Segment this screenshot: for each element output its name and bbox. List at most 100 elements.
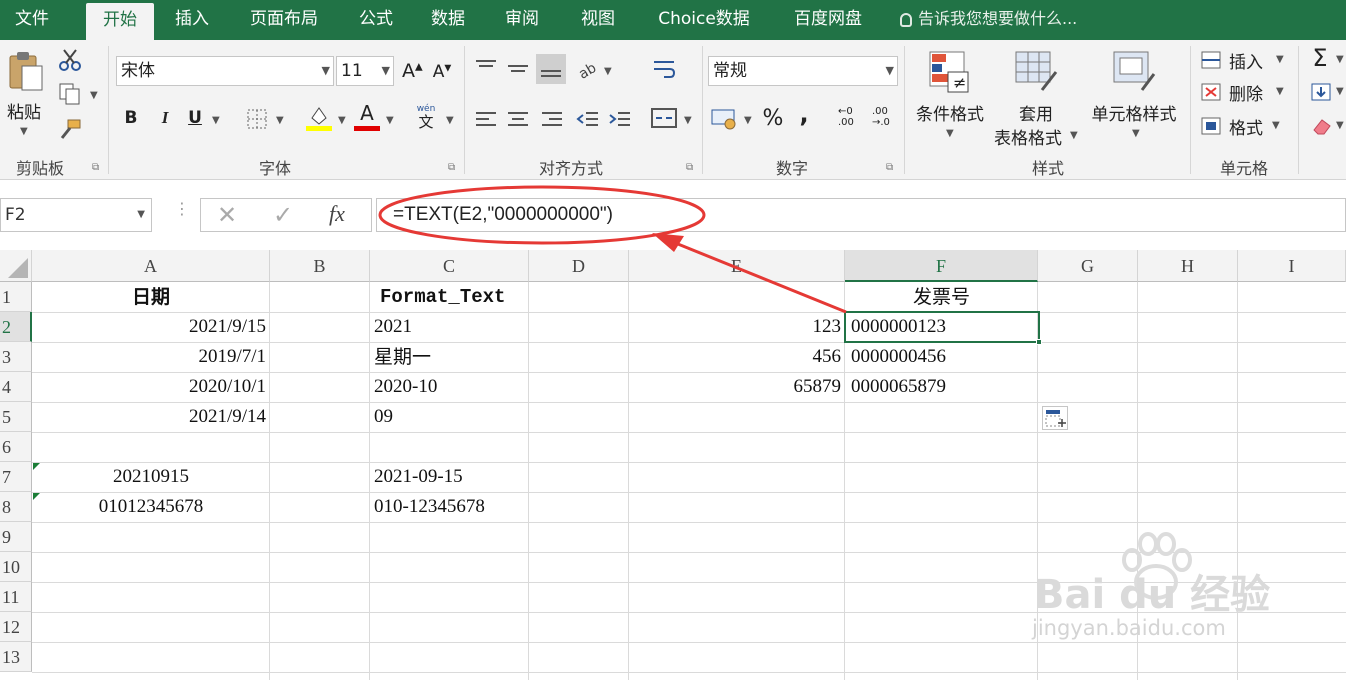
cell-styles-button[interactable]: 单元格样式 — [1086, 100, 1182, 125]
cell-c3[interactable]: 星期一 — [374, 342, 524, 372]
insert-function-icon[interactable]: fx — [329, 201, 345, 227]
autosum-icon[interactable]: Σ — [1308, 44, 1332, 72]
tab-data[interactable]: 数据 — [420, 0, 476, 40]
column-header-g[interactable]: G — [1038, 250, 1138, 282]
format-as-table-icon[interactable] — [1014, 50, 1058, 94]
column-header-d[interactable]: D — [529, 250, 629, 282]
phonetic-dropdown-icon[interactable]: ▼ — [446, 115, 454, 126]
increase-decimal-icon[interactable]: ←0.00 — [838, 106, 864, 132]
tab-insert[interactable]: 插入 — [164, 0, 220, 40]
cell-c4[interactable]: 2020-10 — [374, 372, 524, 402]
align-right-icon[interactable] — [540, 110, 564, 130]
underline-dropdown-icon[interactable]: ▼ — [212, 115, 220, 126]
row-header-3[interactable]: 3 — [0, 342, 32, 372]
cell-c7[interactable]: 2021-09-15 — [374, 462, 524, 492]
cancel-icon[interactable]: ✕ — [217, 201, 237, 229]
tab-baidu-netdisk[interactable]: 百度网盘 — [780, 0, 876, 40]
name-box[interactable]: F2 ▼ — [0, 198, 152, 232]
format-painter-icon[interactable] — [58, 118, 82, 142]
align-left-icon[interactable] — [474, 110, 498, 130]
select-all-corner[interactable] — [0, 250, 32, 282]
percent-button[interactable]: % — [762, 106, 784, 131]
cell-a8[interactable]: 01012345678 — [32, 492, 270, 522]
tab-file[interactable]: 文件 — [0, 0, 64, 40]
decrease-font-icon[interactable]: A▼ — [432, 62, 452, 82]
row-header-8[interactable]: 8 — [0, 492, 32, 522]
font-launcher-icon[interactable]: ⧉ — [448, 162, 455, 173]
increase-indent-icon[interactable] — [608, 110, 632, 130]
format-cells-button[interactable]: 格式 — [1226, 114, 1266, 139]
clear-icon[interactable] — [1310, 116, 1332, 136]
merge-dropdown-icon[interactable]: ▼ — [684, 115, 692, 126]
insert-dropdown-icon[interactable]: ▼ — [1276, 54, 1284, 65]
row-header-1[interactable]: 1 — [0, 282, 32, 312]
cell-c2[interactable]: 2021 — [374, 312, 524, 342]
quick-analysis-icon[interactable] — [1042, 406, 1068, 430]
italic-button[interactable]: I — [156, 108, 174, 128]
cell-a3[interactable]: 2019/7/1 — [32, 342, 266, 372]
tab-view[interactable]: 视图 — [568, 0, 628, 40]
autosum-dropdown-icon[interactable]: ▼ — [1336, 54, 1344, 65]
phonetic-guide-icon[interactable]: wén 文 — [414, 104, 438, 132]
delete-cells-button[interactable]: 删除 — [1226, 80, 1266, 105]
cell-f1[interactable]: 发票号 — [845, 282, 1038, 312]
delete-cells-icon[interactable] — [1200, 82, 1222, 102]
align-top-icon[interactable] — [474, 58, 498, 78]
fill-dropdown-icon[interactable]: ▼ — [1336, 86, 1344, 97]
cell-c5[interactable]: 09 — [374, 402, 524, 432]
paste-dropdown-icon[interactable]: ▼ — [20, 126, 28, 137]
paste-button[interactable]: 粘贴 — [4, 98, 44, 123]
row-header-4[interactable]: 4 — [0, 372, 32, 402]
paste-icon[interactable] — [8, 50, 44, 92]
delete-dropdown-icon[interactable]: ▼ — [1276, 86, 1284, 97]
font-name-dropdown[interactable]: 宋体 ▼ — [116, 56, 334, 86]
font-size-dropdown[interactable]: 11 ▼ — [336, 56, 394, 86]
tell-me-box[interactable]: 告诉我您想要做什么... — [900, 0, 1077, 40]
cell-e2[interactable]: 123 — [629, 312, 842, 342]
cell-e4[interactable]: 65879 — [629, 372, 842, 402]
enter-icon[interactable]: ✓ — [273, 201, 293, 229]
cell-styles-dropdown-icon[interactable]: ▼ — [1132, 128, 1140, 139]
align-middle-icon[interactable] — [506, 58, 530, 78]
tab-choice-data[interactable]: Choice数据 — [644, 0, 764, 40]
column-header-i[interactable]: I — [1238, 250, 1346, 282]
cell-f4[interactable]: 0000065879 — [851, 372, 1036, 402]
row-header-9[interactable]: 9 — [0, 522, 32, 552]
comma-button[interactable]: , — [796, 100, 812, 128]
underline-button[interactable]: U — [186, 108, 204, 128]
tab-home[interactable]: 开始 — [86, 3, 154, 40]
wrap-text-icon[interactable] — [652, 58, 676, 82]
conditional-format-button[interactable]: 条件格式 — [910, 100, 990, 125]
conditional-dropdown-icon[interactable]: ▼ — [946, 128, 954, 139]
cell-a1[interactable]: 日期 — [32, 282, 270, 312]
insert-cells-button[interactable]: 插入 — [1226, 48, 1266, 73]
cell-a4[interactable]: 2020/10/1 — [32, 372, 266, 402]
cell-e3[interactable]: 456 — [629, 342, 842, 372]
bold-button[interactable]: B — [122, 108, 140, 128]
row-header-10[interactable]: 10 — [0, 552, 32, 582]
number-format-dropdown[interactable]: 常规 ▼ — [708, 56, 898, 86]
column-header-h[interactable]: H — [1138, 250, 1238, 282]
cell-c8[interactable]: 010-12345678 — [374, 492, 529, 522]
conditional-format-icon[interactable]: ≠ — [928, 50, 970, 94]
tab-formulas[interactable]: 公式 — [348, 0, 404, 40]
orientation-dropdown-icon[interactable]: ▼ — [604, 66, 612, 77]
clipboard-launcher-icon[interactable]: ⧉ — [92, 162, 99, 173]
table-format-dropdown-icon[interactable]: ▼ — [1070, 130, 1078, 141]
format-as-table-button-line1[interactable]: 套用 — [1014, 100, 1058, 125]
decrease-decimal-icon[interactable]: .00 →.0 — [872, 106, 898, 132]
row-header-12[interactable]: 12 — [0, 612, 32, 642]
accounting-dropdown-icon[interactable]: ▼ — [744, 115, 752, 126]
accounting-format-icon[interactable] — [710, 106, 738, 132]
cell-a5[interactable]: 2021/9/14 — [32, 402, 266, 432]
border-dropdown-icon[interactable]: ▼ — [276, 115, 284, 126]
fill-icon[interactable] — [1310, 82, 1332, 102]
decrease-indent-icon[interactable] — [576, 110, 600, 130]
cell-f3[interactable]: 0000000456 — [851, 342, 1036, 372]
font-color-icon[interactable]: A — [354, 102, 380, 132]
fill-color-icon[interactable] — [306, 104, 332, 132]
merge-center-icon[interactable] — [650, 106, 678, 130]
row-header-7[interactable]: 7 — [0, 462, 32, 492]
column-header-c[interactable]: C — [370, 250, 529, 282]
tab-page-layout[interactable]: 页面布局 — [236, 0, 332, 40]
